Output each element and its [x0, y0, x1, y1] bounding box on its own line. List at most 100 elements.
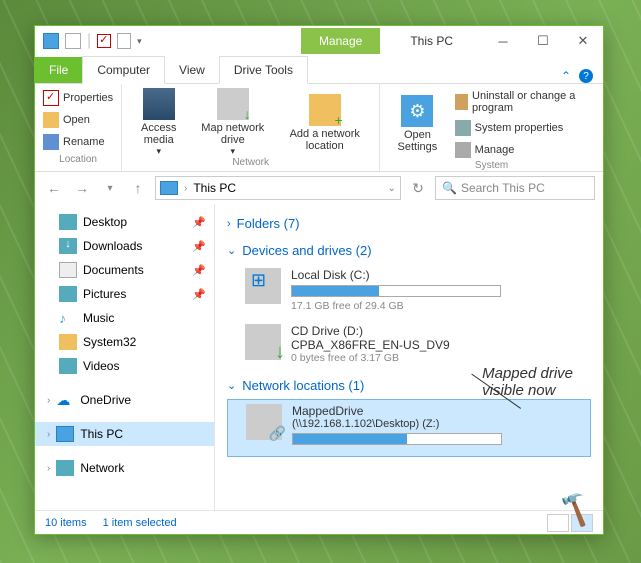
status-selection-count: 1 item selected	[103, 517, 177, 529]
add-network-location-button[interactable]: +Add a network location	[278, 94, 371, 152]
drive-free-space: 0 bytes free of 3.17 GB	[291, 352, 585, 364]
network-drive-icon: 🔗	[246, 404, 282, 440]
map-network-drive-button[interactable]: ↓Map network drive▾	[195, 88, 270, 157]
tab-file[interactable]: File	[35, 57, 82, 83]
back-button[interactable]: ←	[43, 177, 65, 199]
access-media-button[interactable]: Access media▾	[130, 88, 187, 157]
ribbon-collapse-icon[interactable]: ⌃	[561, 69, 571, 83]
pin-icon: 📌	[192, 288, 206, 301]
manage-icon	[455, 142, 471, 158]
tab-drive-tools[interactable]: Drive Tools	[219, 56, 308, 84]
system-props-icon	[455, 120, 471, 136]
documents-icon	[59, 262, 77, 278]
drive-mapped-z[interactable]: 🔗 MappedDrive (\\192.168.1.102\Desktop) …	[227, 399, 591, 457]
rename-button[interactable]: Rename	[43, 132, 105, 152]
pin-icon: 📌	[192, 216, 206, 229]
folder-icon	[59, 334, 77, 350]
search-icon: 🔍	[442, 181, 457, 195]
drive-name: MappedDrive	[292, 404, 584, 418]
sidebar-item-system32[interactable]: System32	[35, 330, 214, 354]
sidebar-item-network[interactable]: ›Network	[35, 456, 214, 480]
drive-local-disk-c[interactable]: ⊞ Local Disk (C:) 17.1 GB free of 29.4 G…	[227, 264, 591, 320]
sidebar-item-downloads[interactable]: ↓Downloads📌	[35, 234, 214, 258]
address-bar: ← → ▾ ↑ › This PC ⌄ ↻ 🔍 Search This PC	[35, 172, 603, 204]
system-properties-button[interactable]: System properties	[455, 118, 595, 138]
details-view-button[interactable]	[547, 514, 569, 532]
pin-icon: 📌	[192, 240, 206, 253]
uninstall-program-button[interactable]: Uninstall or change a program	[455, 88, 595, 116]
section-folders[interactable]: ›Folders (7)	[227, 210, 591, 237]
open-button[interactable]: Open	[43, 110, 90, 130]
drive-name: CD Drive (D:)	[291, 324, 585, 338]
rename-icon	[43, 134, 59, 150]
recent-locations-button[interactable]: ▾	[99, 177, 121, 199]
drive-name: Local Disk (C:)	[291, 268, 585, 282]
chevron-right-icon: ›	[227, 218, 231, 230]
up-button[interactable]: ↑	[127, 177, 149, 199]
hdd-icon: ⊞	[245, 268, 281, 304]
forward-button[interactable]: →	[71, 177, 93, 199]
properties-button[interactable]: ✓Properties	[43, 88, 113, 108]
chevron-down-icon: ⌄	[227, 244, 236, 257]
qat-dropdown-icon[interactable]: ▾	[137, 36, 142, 47]
network-icon	[56, 460, 74, 476]
manage-button[interactable]: Manage	[455, 140, 595, 160]
music-icon: ♪	[59, 310, 77, 326]
sidebar-item-desktop[interactable]: Desktop📌	[35, 210, 214, 234]
uninstall-icon	[455, 94, 468, 110]
sidebar-item-videos[interactable]: Videos	[35, 354, 214, 378]
media-icon	[143, 88, 175, 120]
help-icon[interactable]: ?	[579, 69, 593, 83]
pin-icon: 📌	[192, 264, 206, 277]
section-network-locations[interactable]: ⌄Network locations (1)	[227, 372, 591, 399]
open-icon	[43, 112, 59, 128]
manage-context-tab[interactable]: Manage	[301, 28, 380, 54]
ribbon: ✓Properties Open Rename Location Access …	[35, 84, 603, 172]
close-button[interactable]: ✕	[563, 27, 603, 55]
qat-properties-icon[interactable]	[97, 34, 111, 48]
quick-access-toolbar: | ▾	[35, 32, 150, 50]
onedrive-icon: ☁	[56, 392, 74, 408]
ribbon-tabs: File Computer View Drive Tools ⌃ ?	[35, 56, 603, 84]
ribbon-group-network: Network	[130, 157, 371, 170]
sidebar-item-pictures[interactable]: Pictures📌	[35, 282, 214, 306]
status-bar: 10 items 1 item selected	[35, 510, 603, 534]
add-location-icon: +	[309, 94, 341, 126]
this-pc-icon	[56, 426, 74, 442]
search-input[interactable]: 🔍 Search This PC	[435, 176, 595, 200]
drive-label: CPBA_X86FRE_EN-US_DV9	[291, 338, 585, 352]
sidebar-item-this-pc[interactable]: ›This PC	[35, 422, 214, 446]
drive-capacity-bar	[292, 433, 502, 445]
sidebar-item-onedrive[interactable]: ›☁OneDrive	[35, 388, 214, 412]
open-settings-button[interactable]: ⚙Open Settings	[388, 95, 446, 153]
minimize-button[interactable]: ─	[483, 27, 523, 55]
title-bar: | ▾ Manage This PC ─ ☐ ✕	[35, 26, 603, 56]
refresh-button[interactable]: ↻	[407, 177, 429, 199]
pictures-icon	[59, 286, 77, 302]
drive-cd-d[interactable]: ↓ CD Drive (D:) CPBA_X86FRE_EN-US_DV9 0 …	[227, 320, 591, 372]
qat-item[interactable]	[65, 33, 81, 49]
tab-view[interactable]: View	[165, 57, 219, 83]
settings-icon: ⚙	[401, 95, 433, 127]
drive-free-space: 17.1 GB free of 29.4 GB	[291, 300, 585, 312]
chevron-down-icon: ⌄	[227, 379, 236, 392]
status-item-count: 10 items	[45, 517, 87, 529]
maximize-button[interactable]: ☐	[523, 27, 563, 55]
content-pane: ›Folders (7) ⌄Devices and drives (2) ⊞ L…	[215, 204, 603, 510]
section-devices[interactable]: ⌄Devices and drives (2)	[227, 237, 591, 264]
sidebar-item-documents[interactable]: Documents📌	[35, 258, 214, 282]
address-path: This PC	[193, 181, 236, 195]
large-icons-view-button[interactable]	[571, 514, 593, 532]
drive-path: (\\192.168.1.102\Desktop) (Z:)	[292, 418, 584, 430]
tab-computer[interactable]: Computer	[82, 56, 165, 84]
map-drive-icon: ↓	[217, 88, 249, 120]
properties-icon: ✓	[43, 90, 59, 106]
explorer-icon[interactable]	[43, 33, 59, 49]
sidebar-item-music[interactable]: ♪Music	[35, 306, 214, 330]
window-title: This PC	[380, 34, 483, 48]
qat-new-folder-icon[interactable]	[117, 33, 131, 49]
file-explorer-window: | ▾ Manage This PC ─ ☐ ✕ File Computer V…	[34, 25, 604, 535]
cd-drive-icon: ↓	[245, 324, 281, 360]
address-input[interactable]: › This PC ⌄	[155, 176, 401, 200]
drive-capacity-bar	[291, 285, 501, 297]
